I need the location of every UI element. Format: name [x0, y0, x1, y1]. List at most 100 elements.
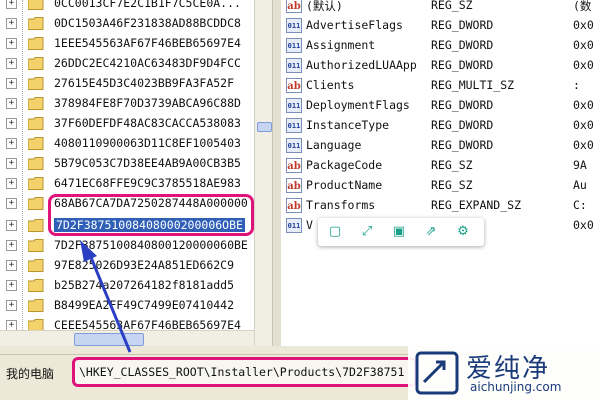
value-type: REG_SZ	[431, 158, 473, 172]
tree-item[interactable]: + B8499EA2FF49C7499E07410442	[0, 296, 272, 316]
value-row[interactable]: ab (默认) REG_SZ (数	[281, 0, 600, 16]
tree-item-label: 97E825026D93E24A851ED662C9	[54, 258, 235, 272]
value-row[interactable]: ab PackageCode REG_SZ 9A	[281, 156, 600, 176]
expand-toggle-icon[interactable]: +	[6, 240, 17, 251]
share-icon[interactable]: ⇗	[422, 223, 440, 241]
tree-item-label: 4080110900063D11C8EF1005403	[54, 136, 241, 150]
save-icon[interactable]: ▣	[390, 223, 408, 241]
value-data: Au	[573, 178, 587, 192]
tree-item[interactable]: +0DC1503A46F231838AD88BCDDC8	[0, 14, 272, 34]
tree-item[interactable]: +26DDC2EC4210AC63483DF9D4FCC	[0, 54, 272, 74]
value-name: AdvertiseFlags	[306, 18, 403, 32]
copy-icon[interactable]: ▢	[326, 223, 344, 241]
expand-toggle-icon[interactable]: +	[6, 158, 17, 169]
tree-item-label: 0DC1503A46F231838AD88BCDDC8	[54, 16, 241, 30]
expand-toggle-icon[interactable]: +	[6, 38, 17, 49]
tree-item-label: 26DDC2EC4210AC63483DF9D4FCC	[54, 56, 241, 70]
value-data: C:	[573, 198, 587, 212]
tree-item[interactable]: +4080110900063D11C8EF1005403	[0, 134, 272, 154]
folder-icon	[28, 17, 44, 30]
tree-item[interactable]: +1EEE545563AF67F46BEB65697E4	[0, 34, 272, 54]
tree-item-label: 27615E45D3C4023BB9FA3FA52F	[54, 76, 235, 90]
expand-toggle-icon[interactable]: +	[6, 138, 17, 149]
registry-tree-pane[interactable]: +0CC0013CF7E2C1B1F7C5CE0A... +0DC1503A46F…	[0, 0, 272, 346]
value-data: 0x0	[573, 138, 594, 152]
tree-item[interactable]: +6471EC68FFE9C9C3785518AE983	[0, 174, 272, 194]
dword-value-icon: 011	[286, 38, 302, 53]
watermark-en: aichunjing.com	[470, 380, 562, 394]
value-row[interactable]: ab ProductName REG_SZ Au	[281, 176, 600, 196]
expand-toggle-icon[interactable]: +	[6, 98, 17, 109]
tree-horizontal-scrollbar[interactable]	[0, 330, 254, 346]
string-value-icon: ab	[286, 158, 302, 173]
value-name: Clients	[306, 78, 355, 92]
folder-icon	[28, 239, 44, 252]
tree-hscroll-thumb[interactable]	[74, 333, 144, 346]
value-type: REG_DWORD	[431, 98, 494, 112]
dword-value-icon: 011	[286, 98, 302, 113]
tree-item[interactable]: +5B79C053C7D38EE4AB9A00CB3B5	[0, 154, 272, 174]
expand-toggle-icon[interactable]: +	[6, 220, 17, 231]
tree-scroll-thumb[interactable]	[257, 122, 272, 132]
value-type: REG_DWORD	[431, 38, 494, 52]
expand-icon[interactable]: ⤢	[358, 223, 376, 241]
tree-vertical-scrollbar[interactable]	[254, 0, 272, 346]
key-path-highlight: \HKEY_CLASSES_ROOT\Installer\Products\7D…	[72, 357, 417, 387]
folder-icon	[28, 197, 44, 210]
dword-value-icon: 011	[286, 18, 302, 33]
value-data: 9A	[573, 158, 587, 172]
tree-item-label: 378984FE8F70D3739ABCA96C88D	[54, 96, 241, 110]
value-name: Language	[306, 138, 362, 152]
value-name: PackageCode	[306, 158, 383, 172]
value-type: REG_MULTI_SZ	[431, 78, 515, 92]
value-type: REG_DWORD	[431, 58, 494, 72]
string-value-icon: ab	[286, 178, 302, 193]
dword-value-icon: 011	[286, 58, 302, 73]
tree-item[interactable]: +37F60DEFDF48AC83CACCA538083	[0, 114, 272, 134]
value-name: V	[306, 218, 313, 232]
folder-icon	[28, 157, 44, 170]
tree-item[interactable]: +0CC0013CF7E2C1B1F7C5CE0A...	[0, 0, 272, 14]
value-type: REG_EXPAND_SZ	[431, 198, 522, 212]
value-type: REG_DWORD	[431, 118, 494, 132]
value-data: 0x0	[573, 58, 594, 72]
expand-toggle-icon[interactable]: +	[6, 178, 17, 189]
folder-icon	[28, 177, 44, 190]
expand-toggle-icon[interactable]: +	[6, 280, 17, 291]
value-row[interactable]: 011 AdvertiseFlags REG_DWORD 0x0	[281, 16, 600, 36]
value-row[interactable]: ab Clients REG_MULTI_SZ:	[281, 76, 600, 96]
expand-toggle-icon[interactable]: +	[6, 300, 17, 311]
tree-item[interactable]: +7D2F3875100840800120000060BE	[0, 236, 272, 256]
settings-icon[interactable]: ⚙	[454, 223, 472, 241]
tree-item[interactable]: +97E825026D93E24A851ED662C9	[0, 256, 272, 276]
folder-icon	[28, 77, 44, 90]
folder-icon	[28, 137, 44, 150]
value-row[interactable]: 011 AuthorizedLUAApp REG_DWORD 0x0	[281, 56, 600, 76]
expand-toggle-icon[interactable]: +	[6, 58, 17, 69]
folder-icon	[28, 0, 44, 10]
string-value-icon: ab	[286, 78, 302, 93]
value-row[interactable]: 011 InstanceType REG_DWORD 0x0	[281, 116, 600, 136]
expand-toggle-icon[interactable]: +	[6, 118, 17, 129]
tree-item[interactable]: +27615E45D3C4023BB9FA3FA52F	[0, 74, 272, 94]
tree-item[interactable]: + b25B274a207264182f8181add5	[0, 276, 272, 296]
tree-item-label: 1EEE545563AF67F46BEB65697E4	[54, 36, 241, 50]
expand-toggle-icon[interactable]: +	[6, 0, 17, 9]
tree-item[interactable]: +378984FE8F70D3739ABCA96C88D	[0, 94, 272, 114]
value-row[interactable]: ab Transforms REG_EXPAND_SZ C:	[281, 196, 600, 216]
tree-item-label: 37F60DEFDF48AC83CACCA538083	[54, 116, 241, 130]
value-row[interactable]: 011 DeploymentFlags REG_DWORD 0x0	[281, 96, 600, 116]
string-value-icon: ab	[286, 198, 302, 213]
expand-toggle-icon[interactable]: +	[6, 260, 17, 271]
expand-toggle-icon[interactable]: +	[6, 198, 17, 209]
value-data: 0x0	[573, 118, 594, 132]
floating-toolbar: ▢ ⤢ ▣ ⇗ ⚙	[318, 218, 484, 246]
value-name: Transforms	[306, 198, 376, 212]
expand-toggle-icon[interactable]: +	[6, 18, 17, 29]
registry-values-pane[interactable]: ab (默认) REG_SZ (数 011 AdvertiseFlags REG_DWORD…	[281, 0, 600, 346]
expand-toggle-icon[interactable]: +	[6, 78, 17, 89]
value-name: DeploymentFlags	[306, 98, 410, 112]
value-row[interactable]: 011 Assignment REG_DWORD 0x0	[281, 36, 600, 56]
folder-icon	[28, 37, 44, 50]
value-row[interactable]: 011 Language REG_DWORD 0x0	[281, 136, 600, 156]
